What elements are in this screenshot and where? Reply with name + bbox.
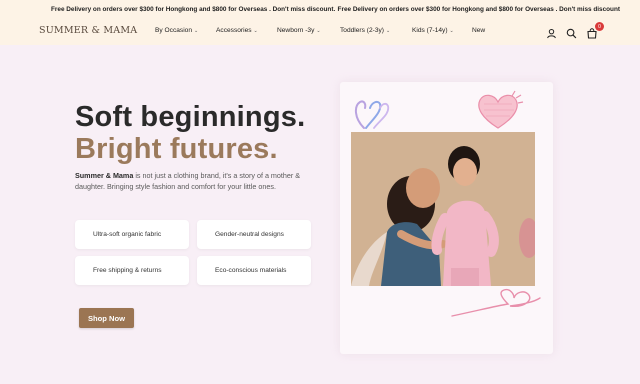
chevron-down-icon: ⌄: [316, 27, 321, 34]
announcement-text-right: Free Delivery on orders over $300 for Ho…: [337, 6, 620, 13]
nav-item-label: Newborn -3y: [277, 27, 315, 34]
hero-title-line2: Bright futures.: [75, 133, 278, 165]
feature-card: Free shipping & returns: [75, 256, 189, 285]
nav-item-label: By Occasion: [155, 27, 193, 34]
hero-title-line1: Soft beginnings.: [75, 101, 306, 133]
hero-description-brand: Summer & Mama: [75, 171, 134, 180]
feature-label: Free shipping & returns: [93, 267, 162, 274]
mother-daughter-photo: [351, 132, 535, 286]
chevron-down-icon: ⌄: [194, 27, 199, 34]
nav-item-kids[interactable]: Kids (7-14y) ⌄: [412, 27, 454, 34]
shop-now-button[interactable]: Shop Now: [79, 308, 134, 328]
nav-item-label: New: [472, 27, 486, 34]
nav-item-label: Accessories: [216, 27, 252, 34]
chevron-down-icon: ⌄: [385, 27, 391, 34]
nav-item-new[interactable]: New: [472, 27, 485, 34]
chevron-down-icon: ⌄: [449, 27, 454, 34]
pink-heart-doodle: [478, 90, 524, 129]
search-icon[interactable]: [566, 26, 578, 39]
feature-card: Eco-conscious materials: [197, 256, 311, 285]
hero-description: Summer & Mama is not just a clothing bra…: [75, 170, 315, 192]
pink-heart-line-doodle: [451, 288, 541, 317]
feature-label: Eco-conscious materials: [215, 267, 287, 274]
nav-item-by-occasion[interactable]: By Occasion ⌄: [155, 27, 198, 34]
announcement-bar: Free Delivery on orders over $300 for Ho…: [0, 0, 640, 19]
logo[interactable]: SUMMER & MAMA: [39, 25, 137, 36]
user-icon[interactable]: [546, 26, 558, 39]
nav-item-label: Kids (7-14y): [412, 27, 448, 34]
cart-button[interactable]: 0: [587, 22, 604, 39]
feature-card: Gender-neutral designs: [197, 220, 311, 249]
feature-label: Ultra-soft organic fabric: [93, 231, 162, 238]
nav-item-newborn[interactable]: Newborn -3y ⌄: [277, 27, 321, 34]
nav-item-accessories[interactable]: Accessories ⌄: [216, 27, 258, 34]
nav-item-toddlers[interactable]: Toddlers (2-3y) ⌄: [340, 27, 390, 34]
chevron-down-icon: ⌄: [253, 27, 258, 34]
nav-item-label: Toddlers (2-3y): [340, 27, 384, 34]
feature-label: Gender-neutral designs: [215, 231, 284, 238]
announcement-text-left: Free Delivery on orders over $300 for Ho…: [51, 6, 336, 13]
cart-count-badge: 0: [595, 22, 604, 31]
site-header: SUMMER & MAMA By Occasion ⌄ Accessories …: [0, 19, 640, 45]
feature-card: Ultra-soft organic fabric: [75, 220, 189, 249]
purple-hearts-doodle: [354, 100, 390, 129]
